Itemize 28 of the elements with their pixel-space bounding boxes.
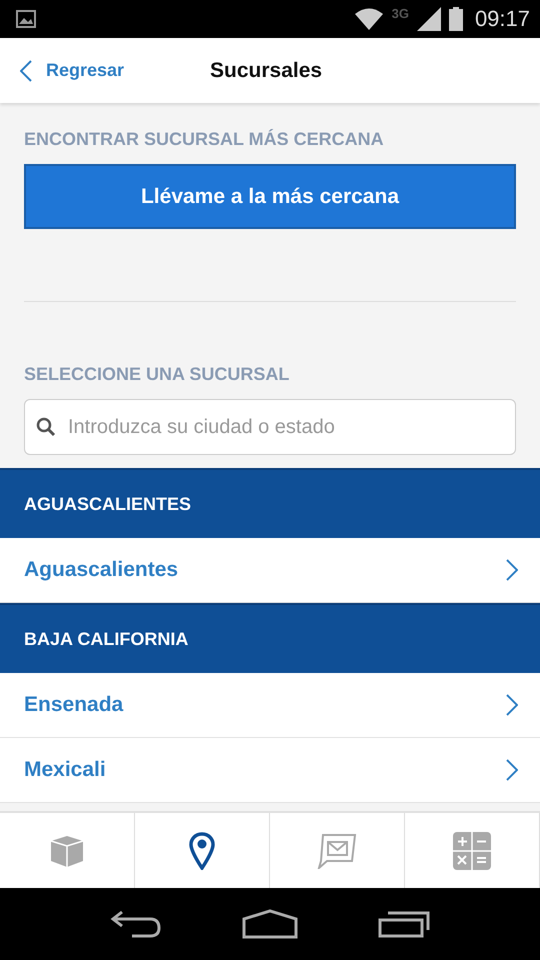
branch-item[interactable]: Aguascalientes bbox=[0, 538, 540, 603]
signal-icon bbox=[416, 7, 441, 31]
picture-notification-icon bbox=[16, 10, 36, 28]
wifi-icon bbox=[354, 7, 384, 31]
branch-item[interactable]: Ensenada bbox=[0, 673, 540, 738]
section-label: ENCONTRAR SUCURSAL MÁS CERCANA bbox=[24, 129, 385, 150]
chevron-right-icon bbox=[506, 694, 518, 716]
page-title: Sucursales bbox=[210, 58, 322, 82]
state-header: AGUASCALIENTES bbox=[0, 468, 540, 538]
battery-icon bbox=[448, 7, 463, 31]
recent-apps-icon[interactable] bbox=[378, 910, 430, 938]
chevron-right-icon bbox=[506, 759, 518, 781]
nearest-branch-button[interactable]: Llévame a la más cercana bbox=[24, 164, 516, 229]
chevron-left-icon bbox=[20, 60, 32, 82]
chevron-right-icon bbox=[506, 559, 518, 581]
branch-item[interactable]: Mexicali bbox=[0, 738, 540, 803]
state-header: BAJA CALIFORNIA bbox=[0, 603, 540, 673]
home-icon[interactable] bbox=[242, 909, 298, 939]
back-icon[interactable] bbox=[110, 910, 162, 938]
mail-bubble-icon bbox=[317, 832, 357, 868]
network-type: 3G bbox=[392, 6, 409, 21]
calculator-icon bbox=[453, 832, 491, 870]
section-label: SELECCIONE UNA SUCURSAL bbox=[24, 364, 290, 385]
back-link[interactable]: Regresar bbox=[20, 60, 210, 82]
search-field[interactable]: Introduzca su ciudad o estado bbox=[24, 399, 516, 455]
location-pin-icon bbox=[189, 832, 215, 870]
clock: 09:17 bbox=[474, 6, 530, 32]
search-icon bbox=[36, 417, 56, 437]
